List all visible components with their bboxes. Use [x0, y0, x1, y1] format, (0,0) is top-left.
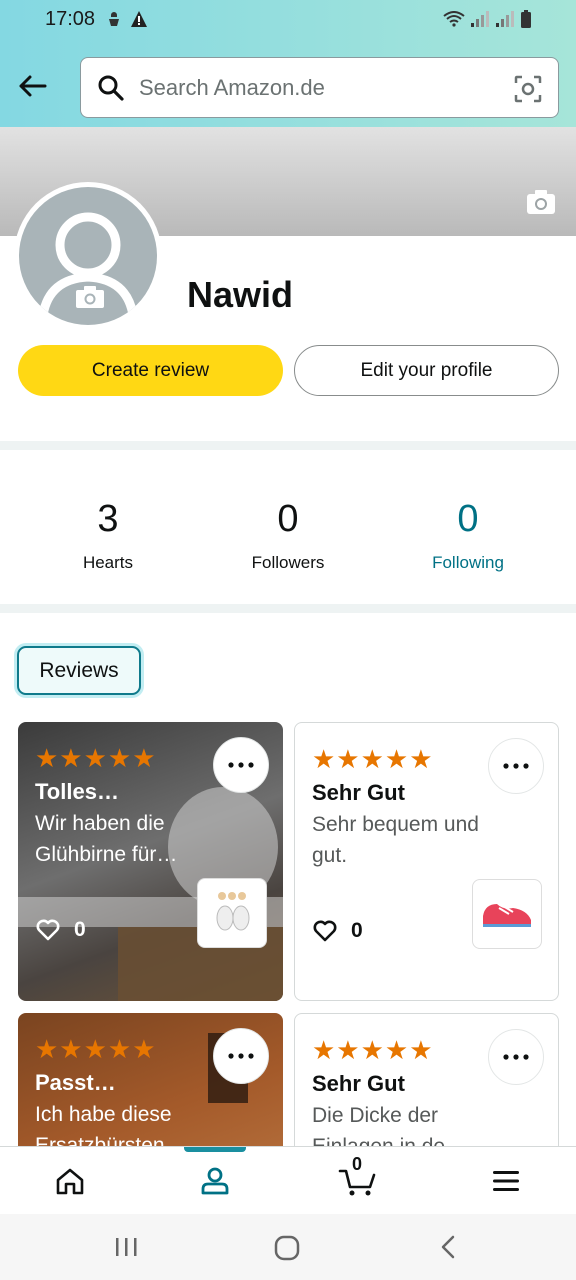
edit-profile-button[interactable]: Edit your profile	[294, 345, 559, 396]
active-tab-indicator	[184, 1147, 246, 1152]
section-divider	[0, 441, 576, 450]
home-icon	[56, 1168, 84, 1195]
product-thumbnail[interactable]	[197, 878, 267, 948]
cart-count: 0	[352, 1154, 363, 1174]
nav-profile[interactable]	[195, 1161, 235, 1201]
profile-name: Nawid	[187, 274, 294, 315]
user-icon	[201, 1167, 229, 1195]
bottom-navigation: 0	[0, 1146, 576, 1214]
search-input[interactable]: Search Amazon.de	[139, 75, 325, 101]
like-count: 0	[74, 918, 86, 941]
search-icon	[98, 75, 124, 101]
star-rating: ★★★★★	[312, 744, 434, 774]
like-button[interactable]: 0	[313, 919, 363, 943]
stat-value: 0	[457, 498, 479, 540]
avatar[interactable]	[14, 182, 162, 330]
status-notifications	[106, 10, 148, 28]
signal-icon	[471, 11, 489, 27]
light-bulb-product-icon	[216, 892, 250, 931]
stat-label: Hearts	[82, 553, 134, 572]
back-nav-icon[interactable]	[438, 1235, 458, 1259]
home-button-icon[interactable]	[274, 1235, 300, 1261]
warning-icon	[131, 11, 147, 27]
more-options-button[interactable]	[213, 1028, 269, 1084]
review-body: Sehr bequem und gut.	[312, 813, 479, 867]
camera-search-icon[interactable]	[514, 75, 542, 103]
battery-icon	[521, 10, 531, 28]
section-divider	[0, 604, 576, 613]
camera-icon[interactable]	[526, 189, 556, 215]
review-body: Wir haben die Glühbirne für…	[35, 812, 178, 866]
heart-icon	[36, 919, 60, 941]
heart-icon	[313, 920, 337, 942]
shoe-product-icon	[483, 904, 531, 927]
header-bar: 17:08 Search Amazon.de	[0, 0, 576, 127]
more-horizontal-icon	[503, 763, 529, 769]
like-button[interactable]: 0	[36, 918, 86, 942]
product-thumbnail[interactable]	[472, 879, 542, 949]
star-rating: ★★★★★	[312, 1035, 434, 1065]
nav-cart[interactable]: 0	[338, 1154, 378, 1201]
more-options-button[interactable]	[488, 738, 544, 794]
camera-icon[interactable]	[75, 285, 105, 309]
back-button[interactable]	[14, 68, 50, 104]
stat-value: 3	[97, 498, 119, 540]
review-card[interactable]: ★★★★★ Sehr Gut Sehr bequem und gut. 0	[294, 722, 559, 1001]
more-horizontal-icon	[503, 1054, 529, 1060]
stat-label: Followers	[251, 553, 325, 572]
review-title: Tolles…	[35, 779, 119, 804]
more-horizontal-icon	[228, 762, 254, 768]
nav-home[interactable]	[50, 1161, 90, 1201]
create-review-button[interactable]: Create review	[18, 345, 283, 396]
signal-icon-2	[496, 11, 514, 27]
star-rating: ★★★★★	[35, 743, 157, 773]
hamburger-menu-icon	[493, 1171, 519, 1191]
search-bar[interactable]: Search Amazon.de	[80, 57, 559, 118]
stat-hearts[interactable]: 3 Hearts	[18, 497, 198, 573]
avatar-image	[19, 187, 157, 325]
status-time: 17:08	[45, 8, 96, 30]
review-title: Sehr Gut	[312, 780, 405, 805]
stat-following[interactable]: 0 Following	[378, 497, 558, 573]
recent-apps-icon[interactable]	[114, 1235, 138, 1259]
stat-label: Following	[432, 553, 504, 572]
star-rating: ★★★★★	[35, 1034, 157, 1064]
like-count: 0	[351, 919, 363, 942]
review-title: Sehr Gut	[312, 1071, 405, 1096]
system-navigation-bar	[0, 1214, 576, 1280]
tab-reviews[interactable]: Reviews	[17, 646, 141, 695]
more-options-button[interactable]	[488, 1029, 544, 1085]
stat-value: 0	[277, 498, 299, 540]
status-system-icons	[443, 10, 532, 28]
notification-app-icon	[109, 12, 119, 26]
arrow-left-icon	[19, 75, 47, 97]
more-options-button[interactable]	[213, 737, 269, 793]
stat-followers[interactable]: 0 Followers	[198, 497, 378, 573]
review-title: Passt…	[35, 1070, 116, 1095]
more-horizontal-icon	[228, 1053, 254, 1059]
wifi-icon	[443, 11, 465, 27]
nav-menu[interactable]	[486, 1161, 526, 1201]
review-card[interactable]: ★★★★★ Tolles… Wir haben die Glühbirne fü…	[18, 722, 283, 1001]
